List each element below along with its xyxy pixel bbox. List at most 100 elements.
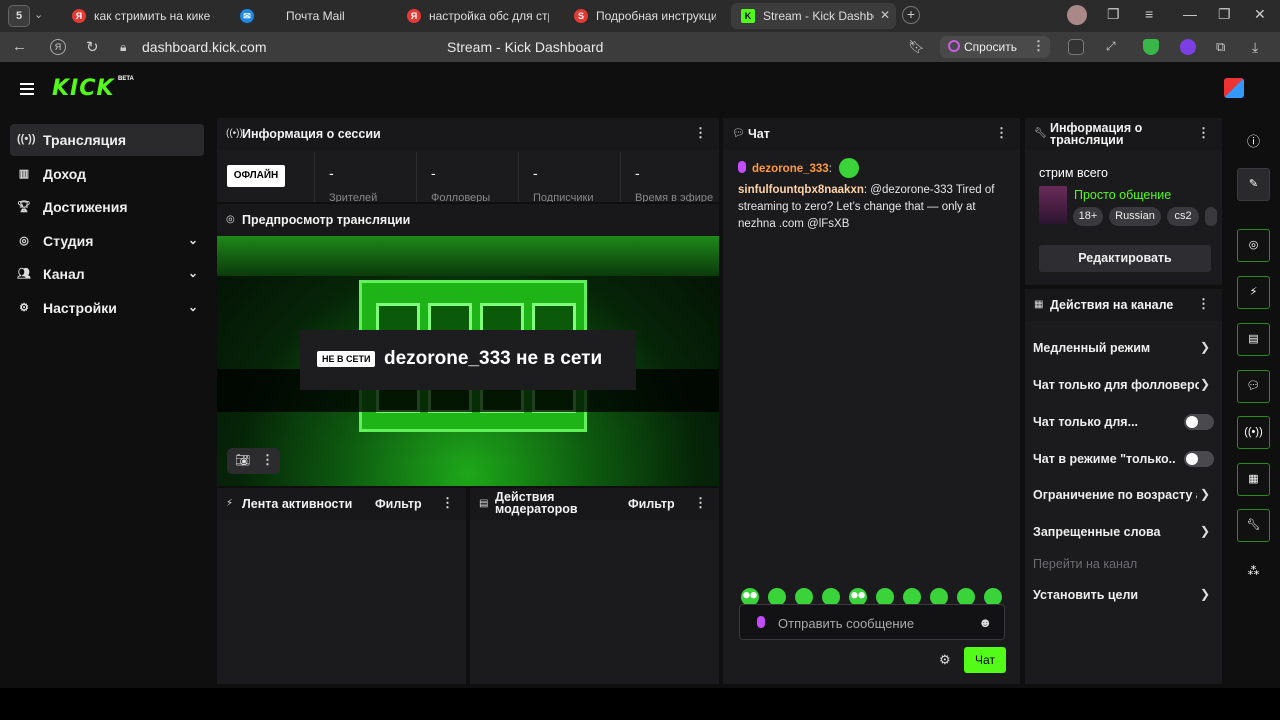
wrench-icon[interactable]: 🔧︎ bbox=[1237, 509, 1270, 542]
more-options-icon[interactable]: ⋮ bbox=[995, 125, 1008, 141]
panel-title: Информация о трансляции bbox=[1050, 121, 1143, 147]
minimize-icon[interactable]: — bbox=[1183, 6, 1197, 22]
close-window-icon[interactable]: ✕ bbox=[1254, 6, 1266, 23]
slow-mode-action[interactable]: Медленный режим bbox=[1033, 341, 1213, 355]
chevron-right-icon[interactable]: ❯ bbox=[1200, 524, 1210, 538]
chat-bubble-icon[interactable]: 💬︎ bbox=[1237, 370, 1270, 403]
sidebar-item-studio[interactable]: ◎ Студия ⌄ bbox=[10, 225, 204, 257]
emote-only-toggle[interactable] bbox=[1184, 451, 1214, 467]
camera-icon: ◎ bbox=[19, 234, 29, 247]
panel-header: ◎ Предпросмотр трансляции bbox=[217, 204, 719, 236]
chat-username[interactable]: sinfulfountqbx8naakxn bbox=[738, 184, 864, 196]
wrench-icon: 🔧︎ bbox=[1034, 128, 1047, 139]
restore-icon[interactable]: ❐ bbox=[1218, 6, 1231, 23]
chevron-right-icon[interactable]: ❯ bbox=[1200, 340, 1210, 354]
new-tab-button[interactable]: + bbox=[902, 6, 920, 24]
panel-header: ▦ Действия на канале ⋮ bbox=[1025, 289, 1222, 321]
stream-category[interactable]: Просто общение bbox=[1074, 188, 1171, 202]
info-icon[interactable]: ⓘ bbox=[1237, 131, 1270, 150]
chevron-right-icon[interactable]: ❯ bbox=[1200, 377, 1210, 391]
menu-icon[interactable]: ≡ bbox=[1145, 6, 1153, 22]
tabs-dropdown-icon[interactable]: ⌄ bbox=[34, 8, 43, 21]
browser-tab[interactable]: S Подробная инструкция: bbox=[564, 3, 724, 29]
vk-extension-icon[interactable] bbox=[1068, 39, 1084, 55]
sidebar-item-income[interactable]: ▥ Доход bbox=[10, 158, 204, 190]
camera-icon[interactable]: ◎ bbox=[1237, 229, 1270, 262]
tag-chip: cs2 bbox=[1167, 207, 1199, 226]
banned-words-action[interactable]: Запрещенные слова bbox=[1033, 525, 1213, 539]
chevron-right-icon[interactable]: ❯ bbox=[1200, 487, 1210, 501]
more-options-icon[interactable]: ⋮ bbox=[441, 495, 454, 511]
tag-chip: Russian bbox=[1109, 207, 1161, 226]
chat-username[interactable]: dezorone_333 bbox=[752, 163, 829, 175]
shield-extension-icon[interactable] bbox=[1143, 39, 1159, 55]
screenshot-camera-icon[interactable]: 📷︎ bbox=[235, 453, 250, 467]
chevron-down-icon: ⌄ bbox=[187, 232, 198, 247]
add-widget-icon[interactable]: ⁂ bbox=[1237, 564, 1270, 578]
lock-icon: 🔒︎ bbox=[120, 40, 127, 54]
panel-header: 💬︎ Чат ⋮ bbox=[723, 118, 1020, 150]
browser-tab-label: настройка обс для стрим bbox=[429, 9, 549, 23]
set-goals-action[interactable]: Установить цели bbox=[1033, 588, 1213, 602]
lightning-icon[interactable]: ⚡︎ bbox=[1237, 276, 1270, 309]
sidebar-item-channel[interactable]: 👥︎ Канал ⌄ bbox=[10, 258, 204, 290]
chat-send-button[interactable]: Чат bbox=[964, 647, 1006, 673]
purple-extension-icon[interactable] bbox=[1180, 39, 1196, 55]
tag-chip: 18+ bbox=[1073, 207, 1103, 226]
more-options-icon[interactable]: ⋮ bbox=[694, 125, 707, 141]
url-field[interactable]: dashboard.kick.com bbox=[142, 39, 267, 55]
collections-icon[interactable]: ❐ bbox=[1107, 6, 1120, 23]
stream-preview-panel: ◎ Предпросмотр трансляции НЕ В СЕТИ dezo… bbox=[217, 204, 719, 486]
back-icon[interactable]: ← bbox=[12, 38, 27, 55]
mic-badge-icon bbox=[738, 161, 746, 173]
followers-only-action[interactable]: Чат только для фолловеров bbox=[1033, 378, 1199, 392]
account-age-action[interactable]: Ограничение по возрасту аккаунта bbox=[1033, 488, 1197, 502]
stream-title: стрим всего bbox=[1039, 166, 1108, 180]
browser-tab[interactable]: Я настройка обс для стрим bbox=[397, 3, 557, 29]
stat-followers: - Фолловеры bbox=[416, 152, 520, 202]
browser-tab[interactable]: ✉ Почта Mail bbox=[230, 3, 390, 29]
panel-title: Предпросмотр трансляции bbox=[242, 213, 411, 227]
bookmark-icon[interactable]: 🔖︎ bbox=[908, 39, 925, 55]
panel-title: Чат bbox=[748, 127, 770, 141]
subscribers-only-toggle[interactable] bbox=[1184, 414, 1214, 430]
browser-tab-active[interactable]: K Stream - Kick Dashboard ✕ bbox=[731, 3, 896, 29]
profile-avatar[interactable] bbox=[1067, 5, 1087, 25]
dashboard-page: KICK BETA ((•)) Трансляция ▥ Доход 🏆︎ До… bbox=[0, 62, 1280, 688]
filter-button[interactable]: Фильтр bbox=[628, 497, 675, 511]
more-icon[interactable]: ⋮ bbox=[1032, 38, 1045, 54]
edit-stream-info-button[interactable]: Редактировать bbox=[1039, 245, 1211, 272]
tab-count-button[interactable]: 5 bbox=[8, 5, 30, 27]
more-options-icon[interactable]: ⋮ bbox=[261, 452, 274, 468]
yandex-home-icon[interactable]: Я bbox=[50, 39, 66, 55]
more-options-icon[interactable]: ⋮ bbox=[694, 495, 707, 511]
category-thumbnail bbox=[1039, 186, 1067, 224]
chevron-right-icon[interactable]: ❯ bbox=[1200, 587, 1210, 601]
user-avatar[interactable] bbox=[1224, 78, 1244, 98]
yandex-favicon-icon: Я bbox=[407, 9, 421, 23]
sidebar-item-settings[interactable]: ⚙ Настройки ⌄ bbox=[10, 292, 204, 324]
more-options-icon[interactable]: ⋮ bbox=[1197, 296, 1210, 312]
reload-icon[interactable]: ↻ bbox=[86, 38, 99, 56]
filter-button[interactable]: Фильтр bbox=[375, 497, 422, 511]
go-to-channel-link[interactable]: Перейти на канал bbox=[1033, 557, 1213, 571]
sidebar-item-broadcast[interactable]: ((•)) Трансляция bbox=[10, 124, 204, 156]
menu-burger-icon[interactable] bbox=[20, 83, 34, 98]
emoji-picker-icon[interactable]: ☻ bbox=[978, 615, 992, 630]
fullscreen-icon[interactable]: ⤢ bbox=[1106, 39, 1122, 55]
edit-pencil-icon[interactable]: ✎ bbox=[1237, 168, 1270, 201]
chat-message: sinfulfountqbx8naakxn: @dezorone-333 Tir… bbox=[738, 184, 995, 230]
chat-settings-gear-icon[interactable]: ⚙ bbox=[939, 652, 951, 668]
dashboard-icon[interactable]: ▦ bbox=[1237, 463, 1270, 496]
more-options-icon[interactable]: ⋮ bbox=[1197, 125, 1210, 141]
chat-message-input[interactable] bbox=[778, 613, 968, 633]
broadcast-icon[interactable]: ((•)) bbox=[1237, 416, 1270, 449]
offline-tag: НЕ В СЕТИ bbox=[317, 351, 376, 367]
browser-tab[interactable]: Я как стримить на кике — Я bbox=[62, 3, 222, 29]
extensions-icon[interactable]: ⧉ bbox=[1216, 39, 1232, 55]
download-icon[interactable]: ⤓ bbox=[1252, 39, 1268, 55]
sidebar-item-achievements[interactable]: 🏆︎ Достижения bbox=[10, 191, 204, 223]
kick-logo[interactable]: KICK bbox=[52, 76, 114, 101]
close-tab-icon[interactable]: ✕ bbox=[880, 8, 890, 22]
document-icon[interactable]: ▤ bbox=[1237, 323, 1270, 356]
